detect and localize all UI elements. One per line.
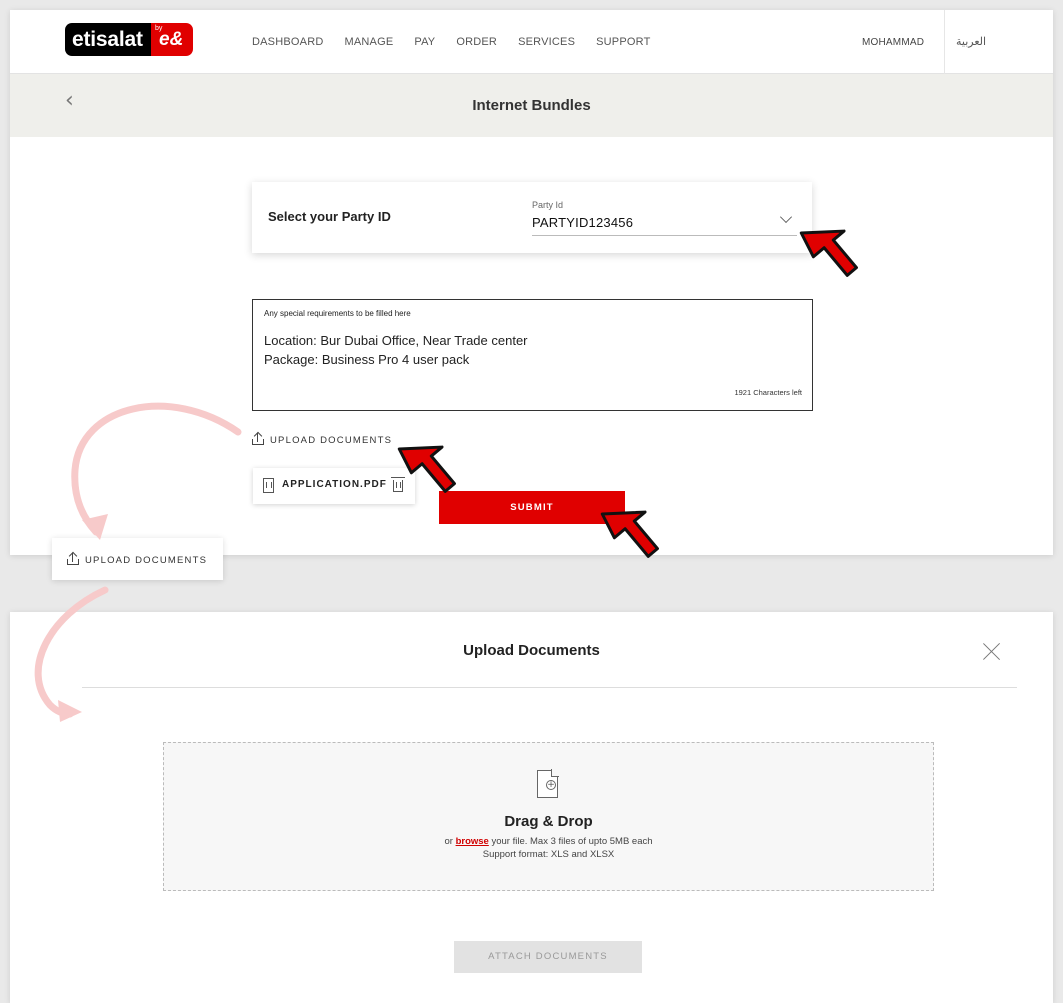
- dropzone-formats: Support format: XLS and XLSX: [482, 849, 615, 860]
- party-id-select[interactable]: Party Id PARTYID123456: [532, 200, 797, 236]
- upload-documents-callout[interactable]: UPLOAD DOCUMENTS: [52, 538, 223, 580]
- nav-dashboard[interactable]: DASHBOARD: [252, 36, 323, 48]
- requirements-line-2: Package: Business Pro 4 user pack: [264, 352, 470, 367]
- top-navbar: etisalat by e& DASHBOARD MANAGE PAY ORDE…: [10, 10, 1053, 74]
- nav-manage[interactable]: MANAGE: [344, 36, 393, 48]
- dropzone-suffix: your file. Max 3 files of upto 5MB each: [488, 836, 653, 847]
- nav-links: DASHBOARD MANAGE PAY ORDER SERVICES SUPP…: [252, 36, 672, 48]
- upload-icon: [67, 551, 79, 565]
- add-file-icon: +: [537, 769, 559, 798]
- user-menu[interactable]: MOHAMMAD: [862, 37, 924, 48]
- logo-e-and: e&: [159, 29, 184, 50]
- close-icon[interactable]: [982, 642, 1002, 662]
- dropzone-prefix: or: [444, 836, 456, 847]
- requirements-line-1: Location: Bur Dubai Office, Near Trade c…: [264, 333, 528, 348]
- document-icon: [263, 478, 274, 493]
- main-screen: etisalat by e& DASHBOARD MANAGE PAY ORDE…: [10, 10, 1053, 555]
- page-title-bar: ‹ Internet Bundles: [10, 74, 1053, 137]
- party-id-value: PARTYID123456: [532, 215, 634, 230]
- dropzone-instructions: or browse your file. Max 3 files of upto…: [164, 836, 933, 847]
- modal-title: Upload Documents: [463, 642, 600, 659]
- upload-documents-link[interactable]: UPLOAD DOCUMENTS: [252, 431, 393, 446]
- upload-icon: [252, 431, 264, 445]
- attached-file-chip: APPLICATION.PDF: [253, 468, 415, 504]
- file-dropzone[interactable]: + Drag & Drop or browse your file. Max 3…: [163, 742, 934, 891]
- nav-divider: [944, 10, 945, 74]
- upload-documents-callout-label: UPLOAD DOCUMENTS: [85, 555, 208, 566]
- chevron-down-icon[interactable]: [779, 210, 793, 224]
- trash-icon[interactable]: [391, 477, 405, 492]
- party-id-heading: Select your Party ID: [268, 209, 391, 224]
- upload-documents-label: UPLOAD DOCUMENTS: [270, 435, 393, 446]
- nav-pay[interactable]: PAY: [414, 36, 435, 48]
- dropzone-title: Drag & Drop: [504, 813, 593, 830]
- requirements-label: Any special requirements to be filled he…: [264, 309, 411, 318]
- page-title: Internet Bundles: [472, 97, 591, 114]
- nav-support[interactable]: SUPPORT: [596, 36, 650, 48]
- party-id-field-label: Party Id: [532, 200, 564, 210]
- nav-order[interactable]: ORDER: [456, 36, 497, 48]
- logo-by: by: [155, 25, 163, 32]
- party-id-card: Select your Party ID Party Id PARTYID123…: [252, 182, 812, 253]
- attached-file-name: APPLICATION.PDF: [282, 479, 387, 490]
- modal-divider: [82, 687, 1017, 688]
- special-requirements-textarea[interactable]: Any special requirements to be filled he…: [252, 299, 813, 411]
- etisalat-logo[interactable]: etisalat by e&: [65, 23, 193, 56]
- submit-button[interactable]: SUBMIT: [439, 491, 625, 524]
- attach-documents-button[interactable]: ATTACH DOCUMENTS: [454, 941, 642, 973]
- characters-left: 1921 Characters left: [734, 388, 802, 397]
- logo-mark: by e&: [151, 23, 193, 56]
- logo-wordmark: etisalat: [65, 23, 155, 56]
- language-toggle[interactable]: العربية: [956, 35, 986, 48]
- upload-documents-modal: Upload Documents + Drag & Drop or browse…: [10, 612, 1053, 1003]
- nav-services[interactable]: SERVICES: [518, 36, 575, 48]
- browse-link[interactable]: browse: [456, 836, 489, 847]
